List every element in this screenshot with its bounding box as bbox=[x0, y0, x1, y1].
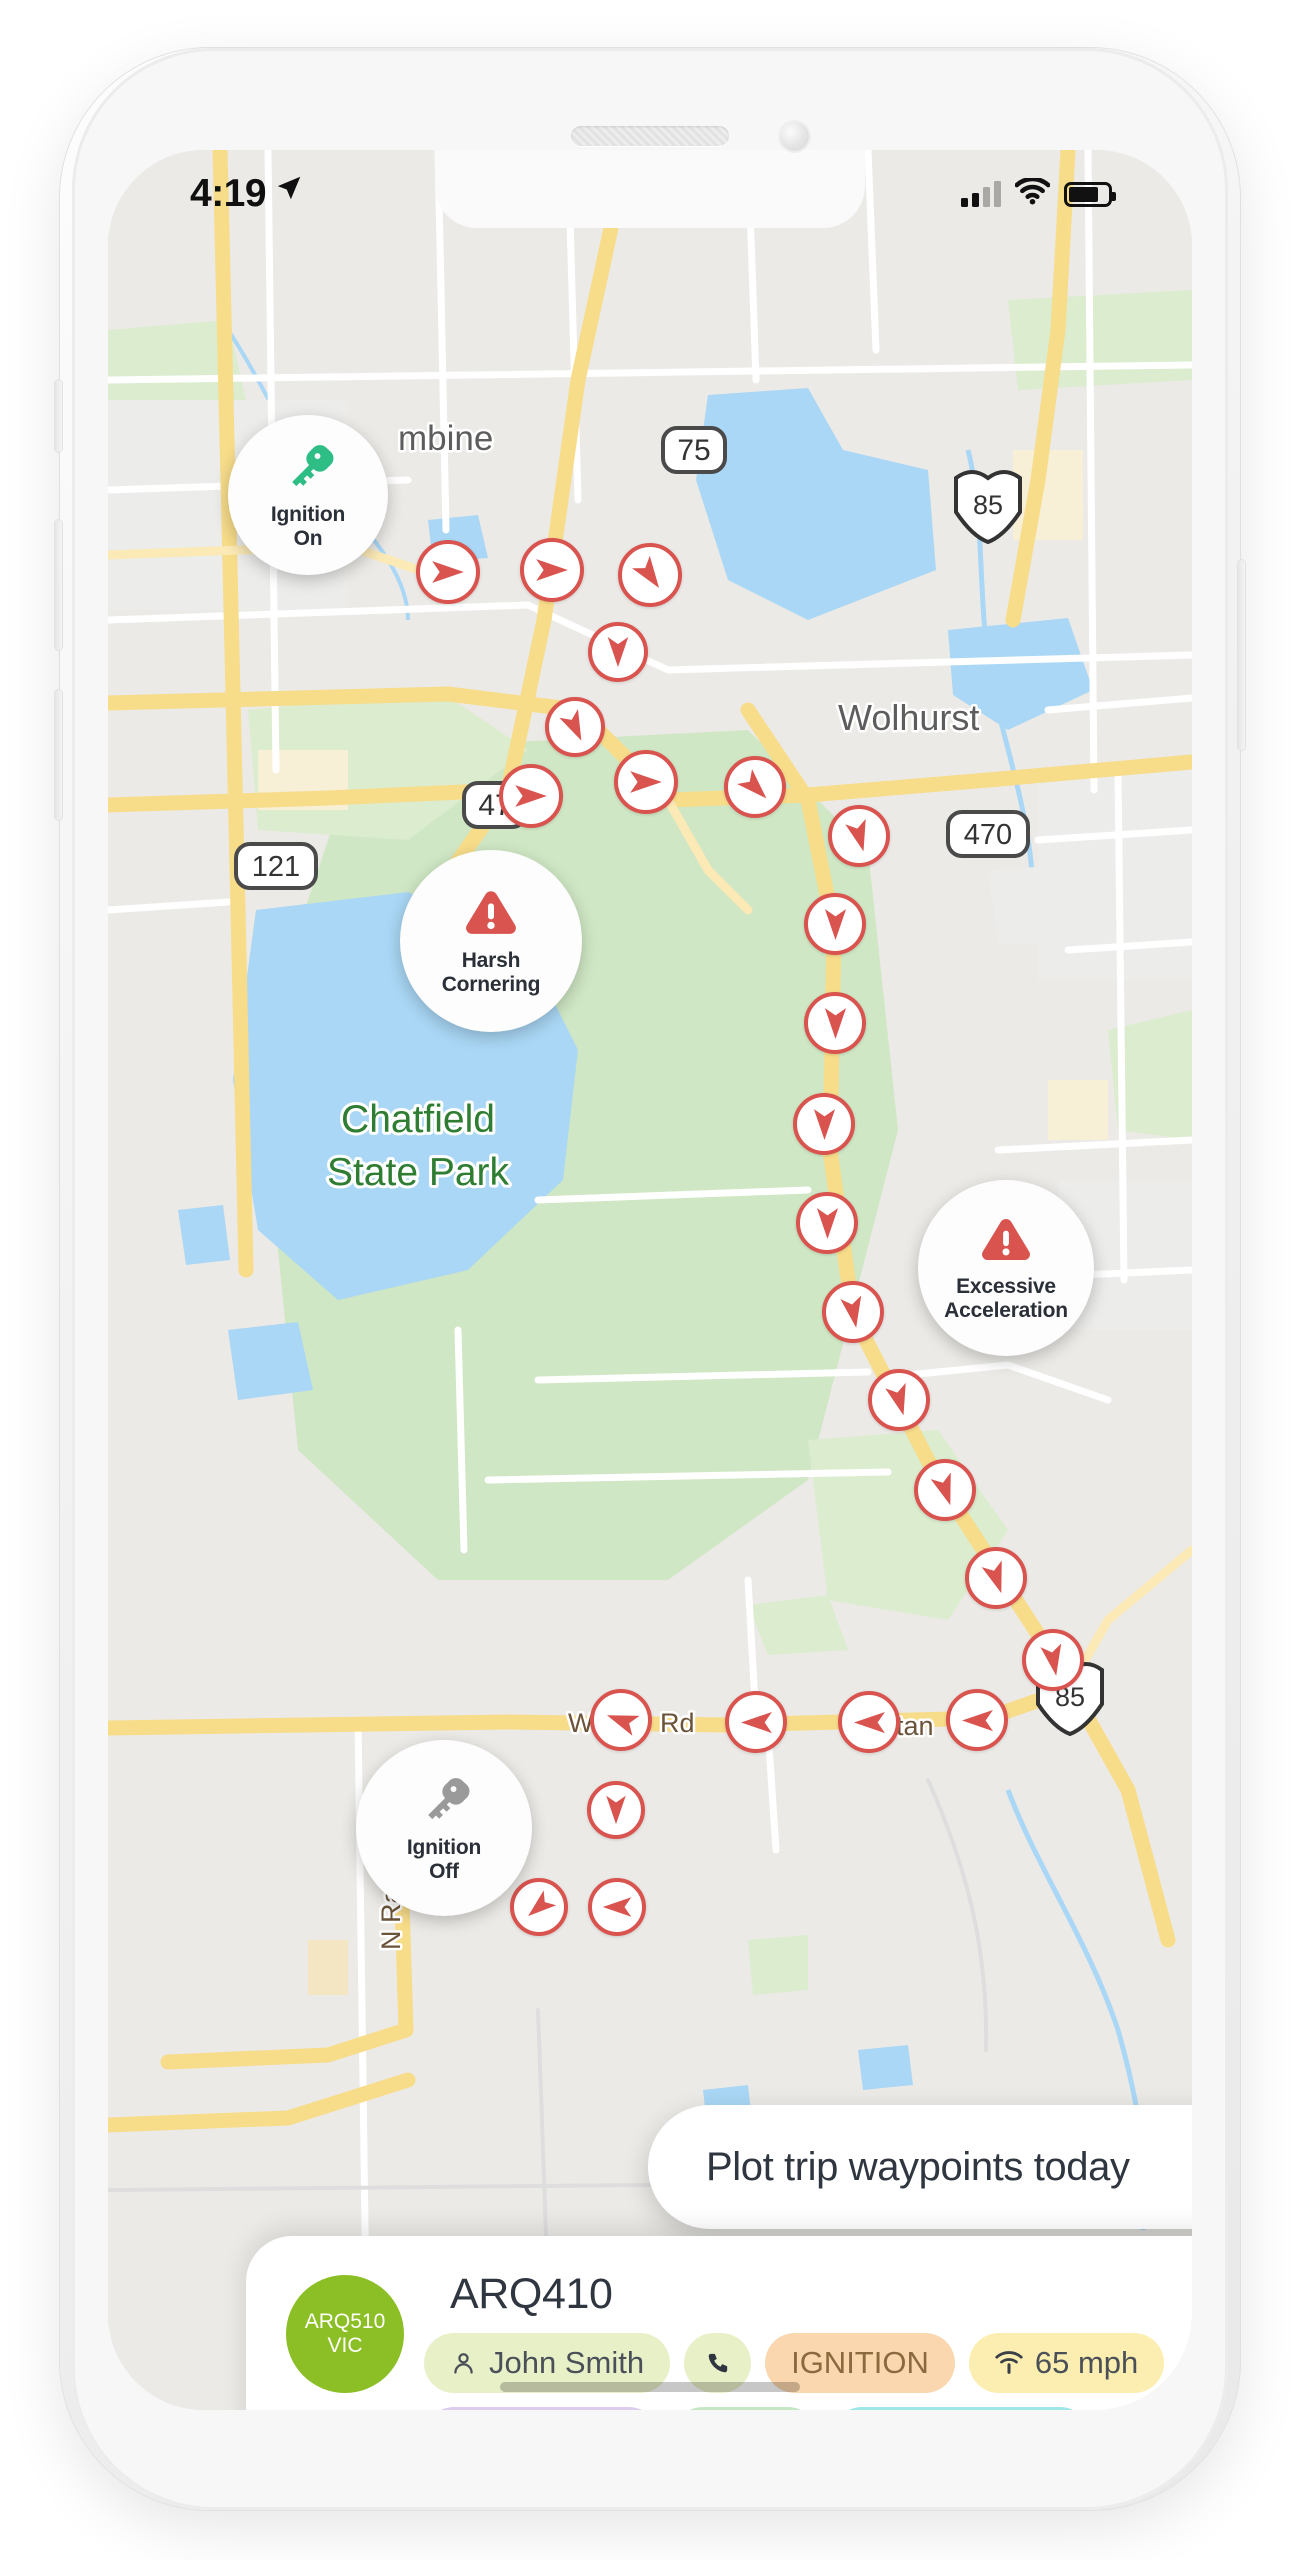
status-badge-duration[interactable]: 1 hr bbox=[672, 2407, 818, 2410]
status-badge-speed[interactable]: 65 mph bbox=[968, 2333, 1165, 2393]
waypoint-marker[interactable] bbox=[499, 764, 563, 828]
key-icon bbox=[418, 1773, 470, 1830]
waypoint-marker[interactable] bbox=[618, 543, 682, 607]
chip-label-ignition: IGNITION bbox=[791, 2345, 929, 2380]
speed-icon bbox=[995, 2351, 1023, 2375]
waypoint-marker[interactable] bbox=[416, 540, 480, 604]
person-icon bbox=[450, 2350, 477, 2377]
phone-icon bbox=[704, 2350, 731, 2377]
waypoint-marker[interactable] bbox=[822, 1281, 884, 1343]
status-badge-shutdown[interactable]: SHUTDOWN bbox=[424, 2407, 659, 2410]
volume-up-button[interactable] bbox=[55, 520, 62, 650]
screenshot-stage: .wtr{fill:#a9d7f5} .grn{fill:#cfe7c4} .g… bbox=[0, 0, 1300, 2560]
waypoint-marker[interactable] bbox=[510, 1878, 568, 1936]
event-marker-excessive-acceleration[interactable]: Excessive Acceleration bbox=[918, 1180, 1094, 1356]
waypoint-marker[interactable] bbox=[725, 1691, 787, 1753]
svg-text:Chatfield: Chatfield bbox=[341, 1098, 495, 1141]
waypoint-marker[interactable] bbox=[724, 756, 786, 818]
waypoint-marker[interactable] bbox=[1022, 1629, 1084, 1691]
waypoint-marker[interactable] bbox=[868, 1369, 930, 1431]
waypoint-marker[interactable] bbox=[614, 750, 678, 814]
volume-down-button[interactable] bbox=[55, 690, 62, 820]
home-indicator[interactable] bbox=[500, 2382, 800, 2392]
warning-triangle-icon bbox=[978, 1214, 1034, 1269]
event-label-ignition-on: Ignition On bbox=[270, 502, 346, 550]
phone-screen: .wtr{fill:#a9d7f5} .grn{fill:#cfe7c4} .g… bbox=[108, 150, 1192, 2410]
svg-text:Rd: Rd bbox=[660, 1708, 695, 1738]
chip-group: John Smith IGNITION 65 mph bbox=[424, 2333, 1165, 2410]
svg-text:mbine: mbine bbox=[398, 419, 493, 458]
waypoint-marker[interactable] bbox=[545, 697, 605, 757]
event-label-excessive-acceleration: Excessive Acceleration bbox=[944, 1274, 1068, 1322]
avatar-line2: VIC bbox=[327, 2334, 363, 2357]
svg-text:470: 470 bbox=[964, 819, 1012, 851]
mute-switch[interactable] bbox=[55, 380, 62, 452]
page-title: ARQ410 bbox=[450, 2270, 613, 2318]
waypoint-marker[interactable] bbox=[804, 992, 866, 1054]
waypoint-marker[interactable] bbox=[828, 805, 890, 867]
phone-notch bbox=[435, 150, 865, 228]
front-camera bbox=[780, 122, 809, 151]
svg-text:75: 75 bbox=[677, 434, 710, 467]
event-label-ignition-off: Ignition Off bbox=[406, 1835, 482, 1883]
chip-label-speed: 65 mph bbox=[1034, 2345, 1139, 2380]
waypoint-marker[interactable] bbox=[838, 1691, 900, 1753]
chip-row-2: SHUTDOWN 1 hr bbox=[424, 2407, 1164, 2410]
promo-banner-text: Plot trip waypoints today bbox=[706, 2144, 1130, 2189]
waypoint-marker[interactable] bbox=[520, 538, 584, 602]
power-button[interactable] bbox=[1238, 560, 1245, 750]
chip-label-driver: John Smith bbox=[489, 2345, 645, 2380]
svg-text:121: 121 bbox=[252, 851, 300, 883]
svg-text:State Park: State Park bbox=[327, 1151, 510, 1194]
waypoint-marker[interactable] bbox=[590, 1689, 652, 1751]
svg-text:85: 85 bbox=[973, 490, 1003, 520]
waypoint-marker[interactable] bbox=[793, 1093, 855, 1155]
event-marker-ignition-on[interactable]: Ignition On bbox=[228, 415, 388, 575]
waypoint-marker[interactable] bbox=[796, 1192, 858, 1254]
promo-banner[interactable]: Plot trip waypoints today bbox=[648, 2105, 1192, 2229]
status-badge-odometer[interactable]: 6,369.11 km bbox=[831, 2407, 1091, 2410]
event-label-harsh-cornering: Harsh Cornering bbox=[441, 948, 541, 996]
waypoint-marker[interactable] bbox=[588, 622, 648, 682]
avatar[interactable]: ARQ510 VIC bbox=[286, 2275, 404, 2393]
waypoint-marker[interactable] bbox=[588, 1878, 646, 1936]
waypoint-marker[interactable] bbox=[965, 1547, 1027, 1609]
waypoint-marker[interactable] bbox=[914, 1459, 976, 1521]
waypoint-marker[interactable] bbox=[804, 893, 866, 955]
event-marker-ignition-off[interactable]: Ignition Off bbox=[356, 1740, 532, 1916]
key-icon bbox=[282, 440, 334, 497]
warning-triangle-icon bbox=[462, 886, 520, 943]
avatar-line1: ARQ510 bbox=[304, 2309, 386, 2333]
svg-text:Wolhurst: Wolhurst bbox=[838, 697, 979, 738]
waypoint-marker[interactable] bbox=[946, 1689, 1008, 1751]
event-marker-harsh-cornering[interactable]: Harsh Cornering bbox=[400, 850, 582, 1032]
earpiece-speaker bbox=[571, 126, 729, 146]
waypoint-marker[interactable] bbox=[587, 1781, 645, 1839]
